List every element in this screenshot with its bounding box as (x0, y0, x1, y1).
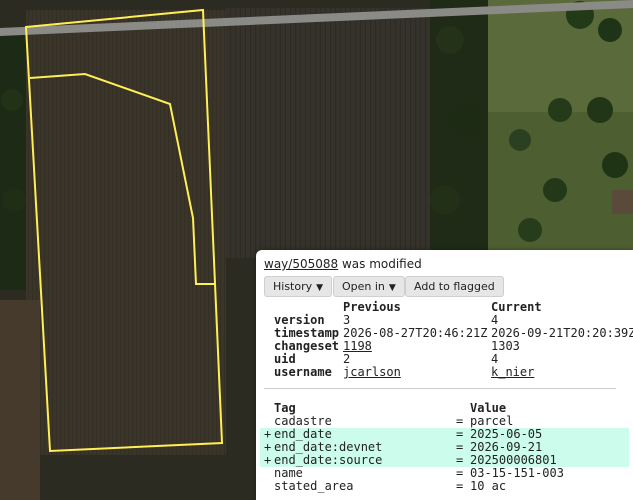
section-divider (264, 388, 616, 389)
history-button-label: History (273, 280, 313, 293)
field-bottom-left (0, 300, 40, 500)
history-button[interactable]: History ▼ (264, 276, 333, 297)
add-to-flagged-label: Add to flagged (414, 280, 495, 293)
building-roof (612, 190, 633, 214)
tag-key: stated_area (274, 479, 354, 493)
tag-equals: = (456, 479, 464, 493)
tag-change-marker: + (264, 453, 272, 467)
open-in-button[interactable]: Open in ▼ (333, 276, 405, 297)
panel-header: way/505088 was modified (264, 257, 422, 271)
username-previous-link[interactable]: jcarlson (343, 366, 401, 379)
header-status-text: was modified (341, 257, 422, 271)
col-header-current: Current (491, 300, 542, 314)
open-in-button-label: Open in (342, 280, 385, 293)
tag-row: stated_area = 10 ac (260, 480, 629, 493)
col-header-previous: Previous (343, 300, 401, 314)
tag-row-added: + end_date:source = 202500006801 (260, 454, 629, 467)
chevron-down-icon: ▼ (316, 283, 324, 293)
grass-lot (488, 0, 633, 112)
change-details-panel: way/505088 was modified History ▼ Open in… (256, 250, 633, 500)
field-center (226, 8, 441, 258)
username-current-link[interactable]: k_nier (491, 366, 534, 379)
add-to-flagged-button[interactable]: Add to flagged (405, 276, 504, 297)
meta-label: username (274, 365, 332, 379)
way-link[interactable]: way/505088 (264, 257, 338, 271)
chevron-down-icon: ▼ (388, 283, 396, 293)
tag-value: 10 ac (470, 479, 507, 493)
